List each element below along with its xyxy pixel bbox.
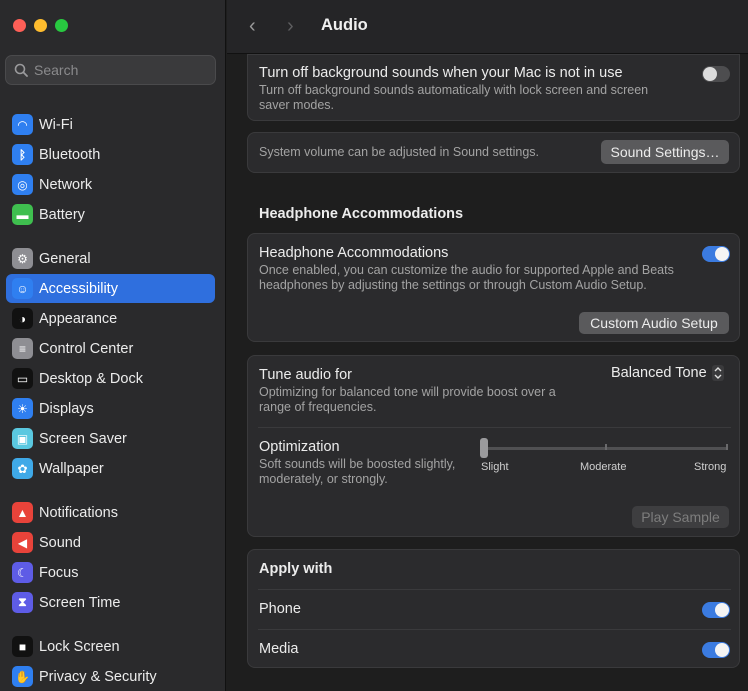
sidebar-item-label: Privacy & Security bbox=[39, 668, 157, 685]
background-sounds-card: Turn off background sounds when your Mac… bbox=[247, 54, 740, 121]
sun-icon: ☀ bbox=[12, 398, 33, 419]
speaker-icon: ◀ bbox=[12, 532, 33, 553]
bell-icon: ▲ bbox=[12, 502, 33, 523]
sidebar-item-displays[interactable]: ☀ Displays bbox=[6, 394, 215, 423]
zoom-button[interactable] bbox=[55, 19, 68, 32]
apply-heading: Apply with bbox=[259, 561, 333, 577]
search-field[interactable] bbox=[5, 55, 216, 85]
optimization-desc: Soft sounds will be boosted slightly, mo… bbox=[259, 457, 456, 486]
custom-audio-setup-button[interactable]: Custom Audio Setup bbox=[579, 312, 729, 334]
optimization-label-strong: Strong bbox=[694, 461, 727, 473]
optimization-title: Optimization bbox=[259, 439, 340, 455]
sidebar-item-label: Control Center bbox=[39, 340, 134, 357]
apply-phone-label: Phone bbox=[259, 601, 301, 617]
bluetooth-icon: ᛒ bbox=[12, 144, 33, 165]
apply-media-label: Media bbox=[259, 641, 299, 657]
sidebar-item-network[interactable]: ◎ Network bbox=[6, 170, 215, 199]
sidebar-item-screen-time[interactable]: ⧗ Screen Time bbox=[6, 588, 215, 617]
page-title: Audio bbox=[321, 16, 368, 34]
sidebar-item-label: Accessibility bbox=[39, 280, 118, 297]
sidebar-item-accessibility[interactable]: ☺ Accessibility bbox=[6, 274, 215, 303]
sidebar-item-label: Wi-Fi bbox=[39, 116, 73, 133]
hourglass-icon: ⧗ bbox=[12, 592, 33, 613]
apply-card: Apply with Phone Media bbox=[247, 549, 740, 668]
flower-icon: ✿ bbox=[12, 458, 33, 479]
background-sounds-title: Turn off background sounds when your Mac… bbox=[259, 65, 623, 81]
sidebar-item-focus[interactable]: ☾ Focus bbox=[6, 558, 215, 587]
sidebar: ◠ Wi-Fi ᛒ Bluetooth ◎ Network ▬ Battery ⚙ General… bbox=[0, 0, 226, 691]
battery-icon: ▬ bbox=[12, 204, 33, 225]
sidebar-item-wi-fi[interactable]: ◠ Wi-Fi bbox=[6, 110, 215, 139]
sidebar-item-lock-screen[interactable]: ■ Lock Screen bbox=[6, 632, 215, 661]
globe-icon: ◎ bbox=[12, 174, 33, 195]
optimization-label-slight: Slight bbox=[481, 461, 509, 473]
back-chevron-icon[interactable]: ‹ bbox=[249, 15, 256, 38]
sidebar-item-label: Screen Time bbox=[39, 594, 121, 611]
lock-icon: ■ bbox=[12, 636, 33, 657]
tune-desc: Optimizing for balanced tone will provid… bbox=[259, 385, 556, 414]
sidebar-item-label: Screen Saver bbox=[39, 430, 127, 447]
sidebar-item-battery[interactable]: ▬ Battery bbox=[6, 200, 215, 229]
background-sounds-desc: Turn off background sounds automatically… bbox=[259, 83, 649, 112]
screen-saver-icon: ▣ bbox=[12, 428, 33, 449]
search-icon bbox=[14, 63, 28, 77]
headphone-title: Headphone Accommodations bbox=[259, 245, 449, 261]
control-center-icon: ≡ bbox=[12, 338, 33, 359]
sidebar-item-bluetooth[interactable]: ᛒ Bluetooth bbox=[6, 140, 215, 169]
moon-icon: ☾ bbox=[12, 562, 33, 583]
sidebar-item-label: Network bbox=[39, 176, 93, 193]
sidebar-item-general[interactable]: ⚙ General bbox=[6, 244, 215, 273]
sound-settings-button[interactable]: Sound Settings… bbox=[601, 140, 729, 164]
volume-desc: System volume can be adjusted in Sound s… bbox=[259, 145, 540, 159]
apply-media-toggle[interactable] bbox=[702, 642, 730, 658]
sidebar-item-notifications[interactable]: ▲ Notifications bbox=[6, 498, 215, 527]
tune-select[interactable]: Balanced Tone bbox=[611, 365, 724, 381]
sidebar-item-desktop-dock[interactable]: ▭ Desktop & Dock bbox=[6, 364, 215, 393]
minimize-button[interactable] bbox=[34, 19, 47, 32]
play-sample-button[interactable]: Play Sample bbox=[632, 506, 729, 528]
sidebar-item-label: Desktop & Dock bbox=[39, 370, 143, 387]
headphone-desc: Once enabled, you can customize the audi… bbox=[259, 263, 674, 292]
sidebar-item-label: Focus bbox=[39, 564, 79, 581]
accessibility-icon: ☺ bbox=[12, 278, 33, 299]
optimization-label-moderate: Moderate bbox=[580, 461, 627, 473]
forward-chevron-icon[interactable]: › bbox=[287, 15, 294, 38]
appearance-icon: ◑ bbox=[12, 308, 33, 329]
volume-card: System volume can be adjusted in Sound s… bbox=[247, 132, 740, 173]
sidebar-item-sound[interactable]: ◀ Sound bbox=[6, 528, 215, 557]
sidebar-item-screen-saver[interactable]: ▣ Screen Saver bbox=[6, 424, 215, 453]
wifi-icon: ◠ bbox=[12, 114, 33, 135]
sidebar-item-label: Bluetooth bbox=[39, 146, 101, 163]
search-input[interactable] bbox=[34, 62, 194, 78]
gear-icon: ⚙ bbox=[12, 248, 33, 269]
up-down-chevron-icon bbox=[711, 365, 724, 381]
sidebar-item-appearance[interactable]: ◑ Appearance bbox=[6, 304, 215, 333]
sidebar-item-label: Displays bbox=[39, 400, 94, 417]
sidebar-item-label: Lock Screen bbox=[39, 638, 120, 655]
headphone-toggle[interactable] bbox=[702, 246, 730, 262]
sidebar-item-wallpaper[interactable]: ✿ Wallpaper bbox=[6, 454, 215, 483]
sidebar-item-label: Sound bbox=[39, 534, 81, 551]
tune-card: Tune audio for Optimizing for balanced t… bbox=[247, 355, 740, 537]
window-controls bbox=[13, 19, 68, 32]
hand-icon: ✋ bbox=[12, 666, 33, 687]
tune-title: Tune audio for bbox=[259, 367, 352, 383]
tune-select-value: Balanced Tone bbox=[611, 365, 707, 381]
sidebar-item-label: Notifications bbox=[39, 504, 118, 521]
close-button[interactable] bbox=[13, 19, 26, 32]
sidebar-item-label: Battery bbox=[39, 206, 85, 223]
sidebar-item-label: Wallpaper bbox=[39, 460, 104, 477]
sidebar-item-label: Appearance bbox=[39, 310, 118, 327]
toolbar: ‹ › Audio bbox=[227, 0, 748, 54]
dock-icon: ▭ bbox=[12, 368, 33, 389]
background-sounds-toggle[interactable] bbox=[702, 66, 730, 82]
sidebar-item-control-center[interactable]: ≡ Control Center bbox=[6, 334, 215, 363]
sidebar-item-privacy-security[interactable]: ✋ Privacy & Security bbox=[6, 662, 215, 691]
headphone-section-heading: Headphone Accommodations bbox=[259, 206, 464, 222]
slider-knob[interactable] bbox=[480, 438, 488, 458]
headphone-card: Headphone Accommodations Once enabled, y… bbox=[247, 233, 740, 342]
main-pane: ‹ › Audio Turn off background sounds whe… bbox=[227, 0, 748, 691]
apply-phone-toggle[interactable] bbox=[702, 602, 730, 618]
sidebar-item-label: General bbox=[39, 250, 91, 267]
